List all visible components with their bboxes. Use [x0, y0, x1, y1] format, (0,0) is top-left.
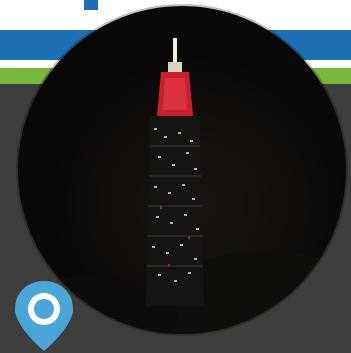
header-banner: [0, 0, 351, 353]
map-pin-icon: [11, 279, 77, 353]
